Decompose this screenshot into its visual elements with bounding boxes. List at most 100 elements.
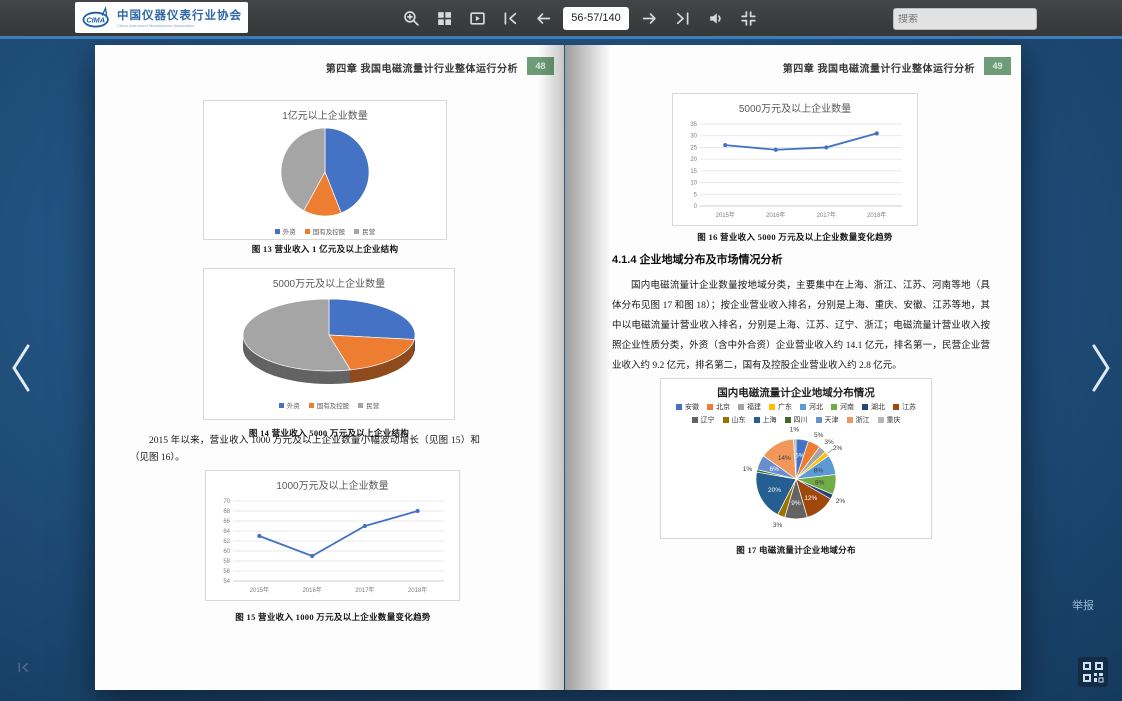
pie-slice-label: 14% <box>778 455 791 462</box>
legend-item: 外资 <box>279 400 300 410</box>
zoom-in-icon <box>403 10 420 27</box>
sound-button[interactable] <box>702 5 728 31</box>
legend-item: 河南 <box>831 402 854 412</box>
chevron-left-icon <box>6 340 36 396</box>
legend-label: 山东 <box>732 415 746 425</box>
legend-label: 外资 <box>283 226 296 236</box>
chart-title: 5000万元及以上企业数量 <box>208 275 450 290</box>
cima-emblem-icon: CIMA <box>81 5 112 31</box>
pie-slice-label: 9% <box>791 500 801 507</box>
pie-slice-label: 3% <box>773 522 783 529</box>
legend-swatch <box>676 404 682 410</box>
thumbnails-button[interactable] <box>431 5 457 31</box>
chart-legend: 外资 国有及控股 民营 <box>204 400 454 410</box>
y-tick-label: 0 <box>694 204 698 210</box>
last-page-icon <box>674 10 691 27</box>
legend-item: 北京 <box>707 402 730 412</box>
legend-item: 民营 <box>354 226 375 236</box>
y-tick-label: 56 <box>223 569 230 575</box>
pie-slice-label: 1% <box>743 466 753 473</box>
x-tick-label: 2018年 <box>408 586 427 594</box>
legend-label: 河南 <box>840 402 854 412</box>
qr-code-button[interactable] <box>1078 657 1108 687</box>
legend-swatch <box>769 404 775 410</box>
pie-slice-label: 8% <box>815 480 825 487</box>
chart-legend: 外资 国有及控股 民营 <box>204 226 446 236</box>
body-paragraph: 国内电磁流量计企业数量按地域分类，主要集中在上海、浙江、江苏、河南等地（具体分布… <box>612 276 990 376</box>
search-input[interactable] <box>894 14 1034 25</box>
sound-icon <box>707 10 724 27</box>
legend-item: 天津 <box>816 415 839 425</box>
pie-slice-label: 2% <box>833 445 843 452</box>
figure-16-caption: 图 16 营业收入 5000 万元及以上企业数量变化趋势 <box>635 231 955 243</box>
pie-slice-label: 5% <box>814 432 824 439</box>
prev-page-button[interactable] <box>530 5 556 31</box>
chart-legend: 安徽北京福建广东河北河南湖北江苏辽宁山东上海四川天津浙江重庆 <box>670 402 922 425</box>
first-page-icon <box>502 10 519 27</box>
legend-label: 上海 <box>763 415 777 425</box>
legend-swatch <box>692 417 698 423</box>
page-indicator-input[interactable] <box>563 7 629 30</box>
legend-label: 国有及控股 <box>317 400 350 410</box>
legend-item: 四川 <box>785 415 808 425</box>
y-tick-label: 25 <box>690 145 697 151</box>
first-page-button[interactable] <box>497 5 523 31</box>
chart-title: 国内电磁流量计企业地域分布情况 <box>665 385 927 400</box>
line-chart-fig16: 051015202530352015年2016年2017年2018年 <box>678 116 912 222</box>
x-tick-label: 2016年 <box>766 211 785 219</box>
y-tick-label: 62 <box>223 539 230 545</box>
pie-slice-label: 8% <box>814 468 824 475</box>
legend-item: 福建 <box>738 402 761 412</box>
y-tick-label: 5 <box>694 192 698 198</box>
search-box <box>893 8 1037 30</box>
figure-13-caption: 图 13 营业收入 1 亿元及以上企业结构 <box>183 243 467 255</box>
accent-line <box>0 36 1122 39</box>
legend-label: 浙江 <box>856 415 870 425</box>
x-tick-label: 2016年 <box>302 586 321 594</box>
first-page-corner-button[interactable] <box>16 660 31 680</box>
x-tick-label: 2015年 <box>716 211 735 219</box>
legend-label: 重庆 <box>887 415 901 425</box>
publisher-logo[interactable]: CIMA 中国仪器仪表行业协会 China Instrument Manufac… <box>75 2 248 33</box>
legend-item: 浙江 <box>847 415 870 425</box>
figure-14-box: 5000万元及以上企业数量 外资 国有及控股 民营 <box>203 268 455 420</box>
page-left-48: 第四章 我国电磁流量计行业整体运行分析 48 1亿元以上企业数量 外资国有及控股… <box>95 45 564 690</box>
legend-item: 外资 <box>275 226 296 236</box>
flip-prev-button[interactable] <box>6 340 36 399</box>
legend-label: 天津 <box>825 415 839 425</box>
legend-item: 上海 <box>754 415 777 425</box>
flipbook-viewer: CIMA 中国仪器仪表行业协会 China Instrument Manufac… <box>0 0 1122 701</box>
legend-item: 湖北 <box>862 402 885 412</box>
legend-label: 四川 <box>794 415 808 425</box>
legend-label: 民营 <box>366 400 379 410</box>
legend-swatch <box>816 417 822 423</box>
slideshow-button[interactable] <box>464 5 490 31</box>
legend-swatch <box>738 404 744 410</box>
prev-page-icon <box>535 10 552 27</box>
zoom-in-button[interactable] <box>398 5 424 31</box>
next-page-icon <box>641 10 658 27</box>
flip-next-button[interactable] <box>1086 340 1116 399</box>
pie-chart-fig13 <box>209 123 441 221</box>
y-tick-label: 66 <box>223 519 230 525</box>
figure-15-box: 1000万元及以上企业数量 5456586062646668702015年201… <box>205 470 460 601</box>
pie-chart-fig17: 5%5%3%2%8%8%2%12%9%3%20%1%6%14%1% <box>666 425 926 533</box>
pie-slice <box>329 299 415 340</box>
data-point <box>257 534 261 538</box>
section-heading: 4.1.4 企业地域分布及市场情况分析 <box>612 251 783 267</box>
data-point <box>824 145 828 149</box>
next-page-button[interactable] <box>636 5 662 31</box>
page-right-49: 第四章 我国电磁流量计行业整体运行分析 49 5000万元及以上企业数量 051… <box>565 45 1021 690</box>
last-page-button[interactable] <box>669 5 695 31</box>
legend-swatch <box>723 417 729 423</box>
fullscreen-button[interactable] <box>735 5 761 31</box>
chart-title: 5000万元及以上企业数量 <box>677 100 913 115</box>
legend-label: 国有及控股 <box>313 226 346 236</box>
first-page-icon <box>16 660 31 675</box>
y-tick-label: 64 <box>223 529 230 535</box>
legend-label: 民营 <box>362 226 375 236</box>
report-link[interactable]: 举报 <box>1072 597 1094 613</box>
legend-swatch <box>893 404 899 410</box>
legend-swatch <box>831 404 837 410</box>
pie3d-chart-fig14 <box>209 291 449 395</box>
